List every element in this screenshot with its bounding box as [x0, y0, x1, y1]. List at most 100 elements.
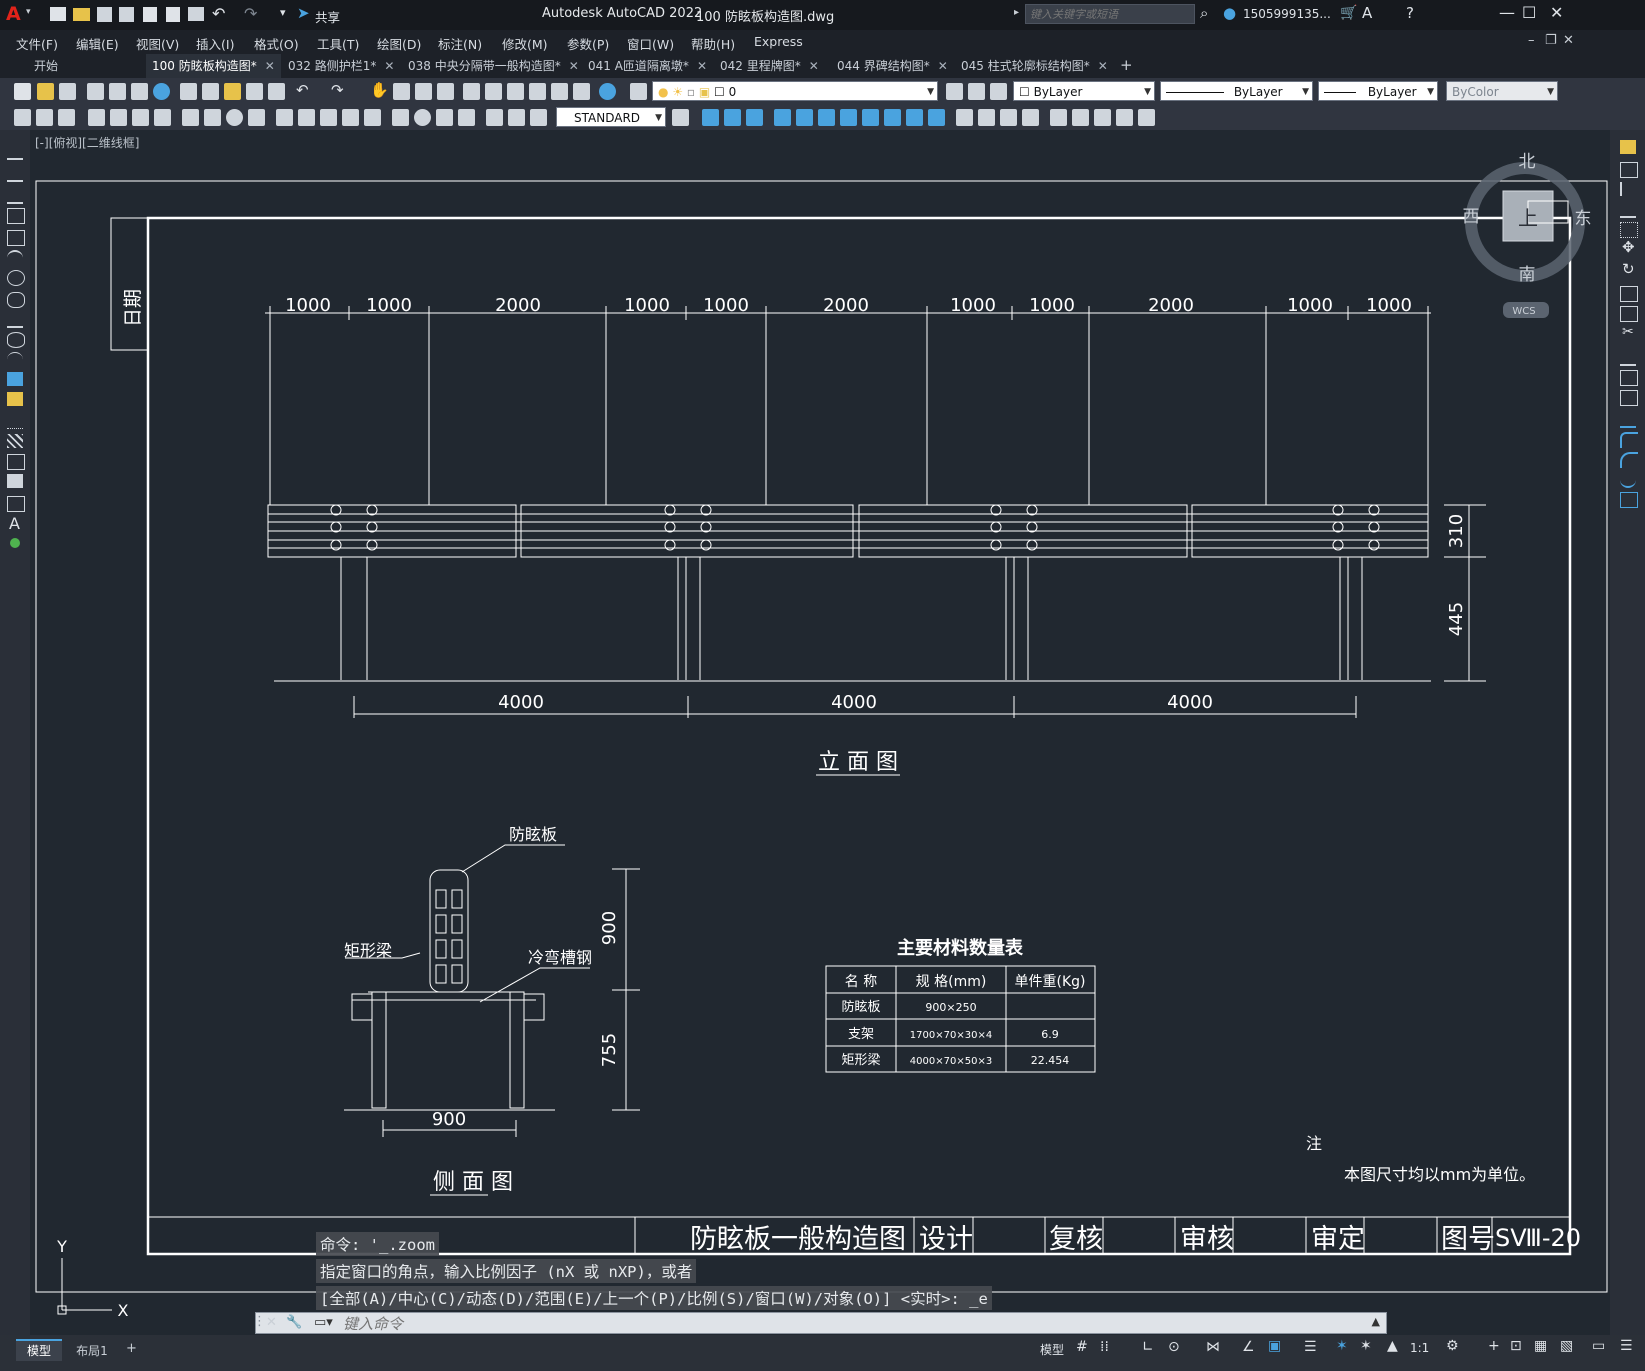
- tool-palettes-icon[interactable]: [507, 83, 524, 100]
- move-icon[interactable]: ✥: [1622, 238, 1635, 256]
- table-icon[interactable]: [7, 496, 25, 512]
- ucs-icon-11[interactable]: [928, 109, 945, 126]
- design-center-icon[interactable]: [485, 83, 502, 100]
- stretch-icon[interactable]: [1620, 306, 1638, 322]
- break-icon[interactable]: [1620, 390, 1638, 406]
- array-icon[interactable]: [1620, 222, 1638, 238]
- viewcube-north[interactable]: 北: [1519, 152, 1536, 172]
- tab-032[interactable]: 032 路侧护栏1* ✕: [282, 54, 400, 78]
- layer-state-icon[interactable]: [990, 83, 1007, 100]
- jogged-linear-icon[interactable]: [458, 109, 475, 126]
- command-close-icon[interactable]: ✕: [266, 1315, 277, 1330]
- annotation-monitor-plus-icon[interactable]: +: [1488, 1338, 1500, 1354]
- center-mark-icon[interactable]: [414, 109, 431, 126]
- cart-icon[interactable]: 🛒: [1340, 5, 1357, 21]
- gradient-icon[interactable]: [7, 454, 25, 470]
- search-input[interactable]: [1025, 4, 1195, 24]
- menu-draw[interactable]: 绘图(D): [377, 34, 421, 53]
- clean-screen-icon[interactable]: ▭: [1592, 1338, 1605, 1354]
- share-button[interactable]: 共享: [315, 7, 340, 26]
- radius-dimension-icon[interactable]: [182, 109, 199, 126]
- redo-icon[interactable]: ↷: [331, 81, 344, 99]
- help-icon[interactable]: ?: [1406, 4, 1414, 22]
- ucs-icon-2[interactable]: [724, 109, 741, 126]
- annotation-scale-value[interactable]: 1:1: [1410, 1341, 1429, 1355]
- publish-icon[interactable]: [143, 7, 157, 22]
- plot-icon[interactable]: [188, 7, 204, 21]
- add-selected-icon[interactable]: [10, 538, 20, 548]
- tab-045[interactable]: 045 柱式轮廓标结构图* ✕: [955, 54, 1114, 78]
- blend-curves-icon[interactable]: [1620, 472, 1636, 488]
- pan-icon[interactable]: ✋: [370, 81, 389, 99]
- viewport-icon-2[interactable]: [1072, 109, 1089, 126]
- new-icon[interactable]: [14, 83, 31, 100]
- isodraft-icon[interactable]: ⋈: [1206, 1339, 1220, 1355]
- dimension-update-icon[interactable]: [530, 109, 547, 126]
- menu-insert[interactable]: 插入(I): [196, 34, 234, 53]
- tab-044[interactable]: 044 界碑结构图* ✕: [831, 54, 954, 78]
- arc-length-icon[interactable]: [132, 109, 149, 126]
- lineweight-icon[interactable]: ☰: [1304, 1339, 1317, 1355]
- viewport-icon-3[interactable]: [1094, 109, 1111, 126]
- menu-format[interactable]: 格式(O): [254, 34, 299, 53]
- tab-close-icon[interactable]: ✕: [938, 59, 948, 73]
- ucs-icon-5[interactable]: [796, 109, 813, 126]
- solid-icon-4[interactable]: [1022, 109, 1039, 126]
- markup-icon[interactable]: [551, 83, 568, 100]
- minimize-button[interactable]: —: [1499, 3, 1515, 22]
- tab-start[interactable]: 开始: [28, 54, 64, 78]
- menu-help[interactable]: 帮助(H): [691, 34, 735, 53]
- fillet-icon[interactable]: [1620, 452, 1638, 468]
- viewport-icon-1[interactable]: [1050, 109, 1067, 126]
- layer-previous-icon[interactable]: [968, 83, 985, 100]
- properties-icon[interactable]: [463, 83, 480, 100]
- command-input[interactable]: [341, 1313, 1355, 1335]
- cut-icon[interactable]: [180, 83, 197, 100]
- layout-tab-model[interactable]: 模型: [16, 1339, 62, 1361]
- tab-100[interactable]: 100 防眩板构造图* ✕: [146, 54, 281, 78]
- jogged-dimension-icon[interactable]: [204, 109, 221, 126]
- tab-038[interactable]: 038 中央分隔带一般构造图* ✕: [402, 54, 585, 78]
- doc-restore-button[interactable]: ❐: [1545, 33, 1557, 48]
- break-at-point-icon[interactable]: [1620, 370, 1638, 386]
- tab-close-icon[interactable]: ✕: [384, 59, 394, 73]
- solid-icon-1[interactable]: [956, 109, 973, 126]
- autodesk-a360-icon[interactable]: A: [1362, 4, 1372, 22]
- ucs-icon-9[interactable]: [884, 109, 901, 126]
- viewcube-west[interactable]: 西: [1463, 207, 1480, 227]
- tab-close-icon[interactable]: ✕: [569, 59, 579, 73]
- region-icon[interactable]: [7, 474, 23, 488]
- tab-close-icon[interactable]: ✕: [1098, 59, 1108, 73]
- ortho-icon[interactable]: ∟: [1142, 1339, 1154, 1355]
- toolbar-icon-1[interactable]: [14, 109, 31, 126]
- layer-dropdown[interactable]: ● ☀ ▫ ▣ ☐ 0 ▼: [652, 81, 938, 101]
- add-layout-plus-icon[interactable]: +: [126, 1341, 137, 1356]
- color-dropdown[interactable]: ☐ ByLayer ▼: [1013, 81, 1155, 101]
- match-properties-icon[interactable]: [246, 83, 263, 100]
- menu-file[interactable]: 文件(F): [16, 34, 58, 53]
- plotstyle-dropdown[interactable]: ByColor ▼: [1446, 81, 1558, 101]
- undo-icon[interactable]: ↶: [212, 4, 225, 23]
- sheet-set-icon[interactable]: [529, 83, 546, 100]
- viewport-icon-4[interactable]: [1116, 109, 1133, 126]
- linetype-dropdown[interactable]: ByLayer ▼: [1160, 81, 1313, 101]
- redo-icon[interactable]: ↷: [244, 4, 257, 23]
- undo-icon[interactable]: ↶: [296, 81, 309, 99]
- chamfer-icon[interactable]: [1620, 432, 1638, 448]
- command-grip-icon[interactable]: ⋮: [253, 1314, 266, 1329]
- tolerance-icon[interactable]: [392, 109, 409, 126]
- command-recent-icon[interactable]: ▭▾: [314, 1315, 333, 1330]
- viewcube-east[interactable]: 东: [1575, 209, 1592, 229]
- ucs-icon-7[interactable]: [840, 109, 857, 126]
- search-expand-icon[interactable]: ▸: [1014, 7, 1019, 18]
- dimension-break-icon[interactable]: [364, 109, 381, 126]
- tab-042[interactable]: 042 里程牌图* ✕: [714, 54, 825, 78]
- app-menu-chevron-icon[interactable]: ▾: [26, 7, 31, 17]
- ellipse-arc-icon[interactable]: [7, 352, 23, 367]
- linear-dimension-icon[interactable]: [88, 109, 105, 126]
- line-icon[interactable]: [7, 144, 23, 160]
- paste-icon[interactable]: [224, 83, 241, 100]
- erase-icon[interactable]: [1620, 140, 1636, 154]
- annotation-visibility-icon[interactable]: ✶: [1336, 1338, 1348, 1354]
- menu-tools[interactable]: 工具(T): [317, 34, 359, 53]
